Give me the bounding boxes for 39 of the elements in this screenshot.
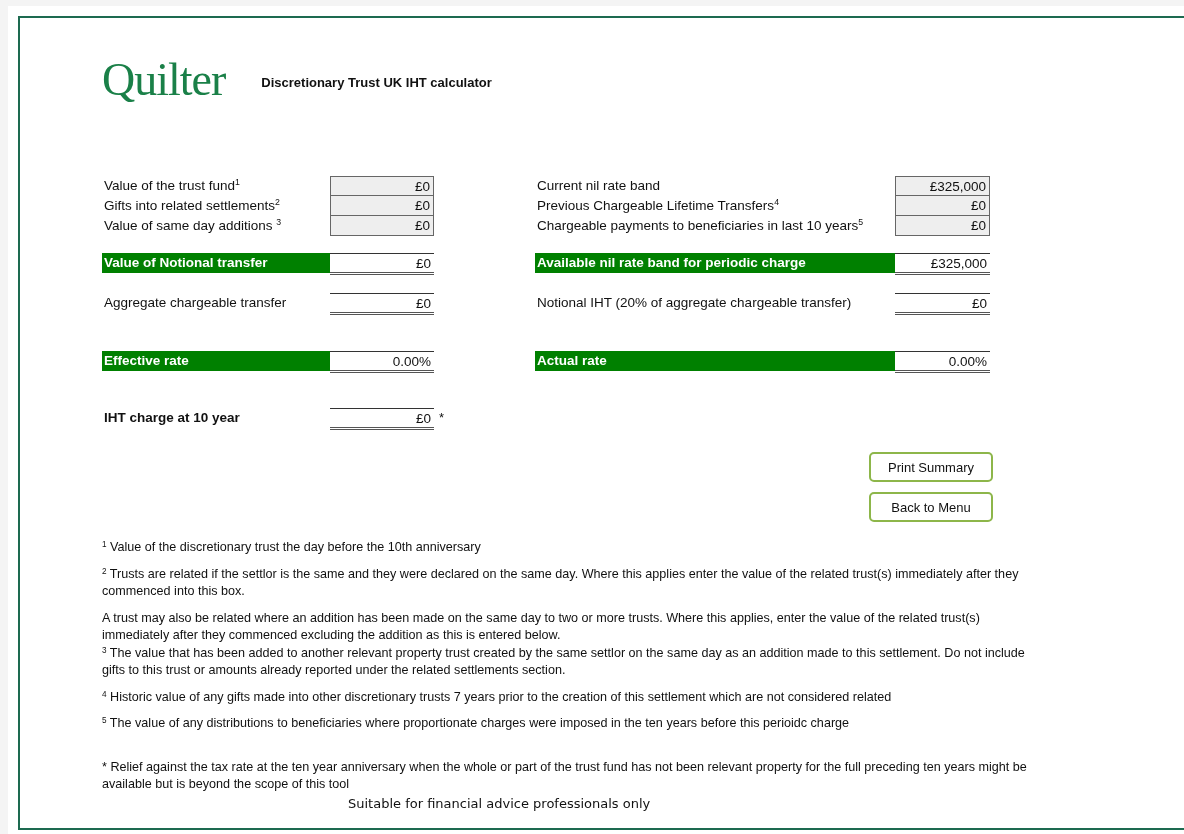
input-label: Value of same day additions $^{3}$	[103, 216, 283, 235]
input-label: Current nil rate band	[536, 177, 662, 195]
row-label: IHT charge at 10 year	[103, 409, 241, 427]
disclaimer: Suitable for financial advice professionals only	[348, 795, 652, 811]
input-field[interactable]: £0	[330, 196, 434, 216]
row-label: Notional IHT (20% of aggregate chargeable transfer)	[536, 294, 853, 312]
logo: Quilter	[102, 52, 226, 106]
input-field[interactable]: £0	[895, 196, 990, 216]
input-field[interactable]: £325,000	[895, 176, 990, 196]
result-value: 0.00%	[330, 351, 434, 373]
print-button[interactable]: Print Summary	[869, 452, 993, 482]
input-label: Chargeable payments to beneficiaries in last 10 years$^{5}$	[536, 216, 865, 235]
input-label: Gifts into related settlements$^{2}$	[103, 196, 281, 215]
footnote: $^{1}$ Value of the discretionary trust the day before the 10th anniversary	[102, 539, 482, 556]
back-button[interactable]: Back to Menu	[869, 492, 993, 522]
highlighted-label: Actual rate	[535, 351, 895, 371]
highlighted-label: Available nil rate band for periodic charge	[535, 253, 895, 273]
result-value: 0.00%	[895, 351, 990, 373]
result-value: £0	[330, 293, 434, 315]
note-mark: *	[438, 409, 446, 427]
footnote: $^{4}$ Historic value of any gifts made into other discretionary trusts 7 years prior to the creation of this settlement which are not considered related	[102, 688, 893, 706]
footnote: * Relief against the tax rate at the ten year anniversary when the whole or part of the trust fund has not been relevant property for the full preceding ten years might be available but is beyond the scope of this tool	[102, 758, 1028, 793]
footnote: $^{3}$ The value that has been added to another relevant property trust created by the same settlor on the same day as an addition made to this settlement. Do not include gifts to this trust or amounts already reported under the related settlements section.	[102, 644, 1026, 679]
result-value: £0	[330, 408, 434, 430]
highlighted-label: Effective rate	[102, 351, 330, 371]
result-value: £325,000	[895, 253, 990, 275]
input-field[interactable]: £0	[895, 216, 990, 236]
page-title: Discretionary Trust UK IHT calculator	[261, 74, 492, 90]
input-field[interactable]: £0	[330, 216, 434, 236]
footnote: $^{5}$ The value of any distributions to beneficiaries where proportionate charges were imposed in the ten years before this perioidc charge	[102, 715, 851, 732]
input-label: Value of the trust fund$^{1}$	[103, 176, 241, 195]
result-value: £0	[330, 253, 434, 275]
input-field[interactable]: £0	[330, 176, 434, 196]
result-value: £0	[895, 293, 990, 315]
footnote: A trust may also be related where an addition has been made on the same day to two or more trusts. Where this applies, enter the value of the related trust(s) immediately after they commenced excluding the addition as this is entered below.	[102, 609, 981, 644]
row-label: Aggregate chargeable transfer	[103, 294, 288, 312]
input-label: Previous Chargeable Lifetime Transfers$^{4}$	[536, 196, 780, 215]
highlighted-label: Value of Notional transfer	[102, 253, 330, 273]
footnote: $^{2}$ Trusts are related if the settlor is the same and they were declared on the same day. Where this applies enter the value of the related trust(s) immediately after they commenced into this box.	[102, 565, 1020, 600]
